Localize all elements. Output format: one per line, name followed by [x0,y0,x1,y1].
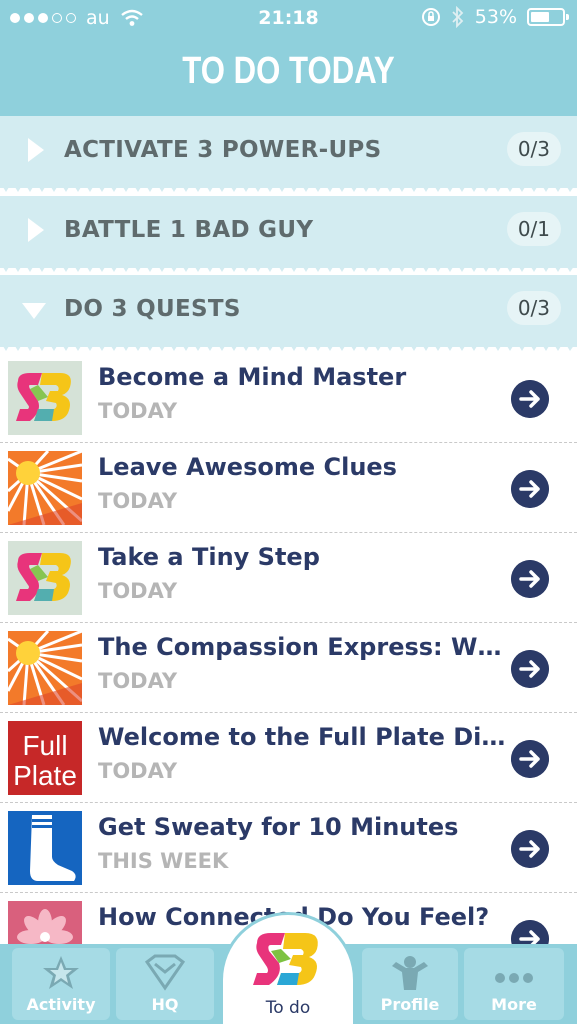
arrow-right-icon[interactable] [511,830,549,868]
thumb-text-plate: Plate [13,760,77,791]
tab-label: Activity [26,995,96,1014]
more-dots-icon [495,973,533,983]
thumb-text-full: Full [22,730,67,761]
tab-profile[interactable]: Profile [362,948,458,1020]
group-count-badge: 0/3 [506,291,561,325]
sb-logo-icon [253,933,318,985]
group-count-badge: 0/1 [506,212,561,246]
arrow-right-icon[interactable] [511,470,549,508]
quest-due: TODAY [98,759,178,783]
quest-title: The Compassion Express: Wh... [98,633,513,661]
page-title: TO DO TODAY [182,50,395,92]
group-label: ACTIVATE 3 POWER-UPS [64,137,382,163]
header: au 21:18 53% TO DO TODAY [0,0,577,116]
group-count-badge: 0/3 [506,132,561,166]
quest-item[interactable]: Become a Mind Master TODAY [0,353,577,443]
quest-title: Become a Mind Master [98,363,407,391]
sb-logo-thumbnail [8,541,82,615]
quest-title: Welcome to the Full Plate Diet! [98,723,513,751]
quest-title: Get Sweaty for 10 Minutes [98,813,459,841]
quest-title: Leave Awesome Clues [98,453,397,481]
sunburst-thumbnail [8,631,82,705]
battery-percent: 53% [474,6,517,28]
star-icon [43,956,79,989]
person-icon [392,956,428,990]
tab-hq[interactable]: HQ [116,948,214,1020]
tab-label: More [491,995,537,1014]
zigzag-edge [0,262,577,272]
sunburst-thumbnail [8,451,82,525]
sock-thumbnail [8,811,82,885]
quest-due: TODAY [98,489,178,513]
quest-item[interactable]: Leave Awesome Clues TODAY [0,443,577,533]
sb-logo-thumbnail [8,361,82,435]
tab-label: Profile [380,995,440,1014]
group-quests[interactable]: DO 3 QUESTS 0/3 [0,275,577,351]
arrow-right-icon[interactable] [511,650,549,688]
quest-due: TODAY [98,579,178,603]
battery-icon [527,8,569,26]
zigzag-edge [0,341,577,351]
expand-triangle-icon [28,218,44,242]
tab-label: HQ [151,995,179,1014]
quest-item[interactable]: Get Sweaty for 10 Minutes THIS WEEK [0,803,577,893]
shield-icon [144,954,186,991]
tab-label: To do [265,998,311,1018]
quest-item[interactable]: Take a Tiny Step TODAY [0,533,577,623]
bluetooth-icon [452,6,464,28]
quest-title: Take a Tiny Step [98,543,320,571]
quest-due: TODAY [98,669,178,693]
status-bar: au 21:18 53% [0,0,577,36]
collapse-triangle-icon [22,303,46,319]
group-power-ups[interactable]: ACTIVATE 3 POWER-UPS 0/3 [0,116,577,192]
zigzag-edge [0,182,577,192]
quest-due: THIS WEEK [98,849,229,873]
tab-activity[interactable]: Activity [12,948,110,1020]
quest-item[interactable]: Full Plate Welcome to the Full Plate Die… [0,713,577,803]
arrow-right-icon[interactable] [511,380,549,418]
group-label: BATTLE 1 BAD GUY [64,217,314,243]
arrow-right-icon[interactable] [511,740,549,778]
arrow-right-icon[interactable] [511,560,549,598]
quest-item[interactable]: The Compassion Express: Wh... TODAY [0,623,577,713]
expand-triangle-icon [28,138,44,162]
tab-more[interactable]: More [464,948,564,1020]
rotation-lock-icon [421,8,440,26]
group-label: DO 3 QUESTS [64,296,241,322]
quest-due: TODAY [98,399,178,423]
full-plate-thumbnail: Full Plate [8,721,82,795]
group-bad-guy[interactable]: BATTLE 1 BAD GUY 0/1 [0,196,577,272]
